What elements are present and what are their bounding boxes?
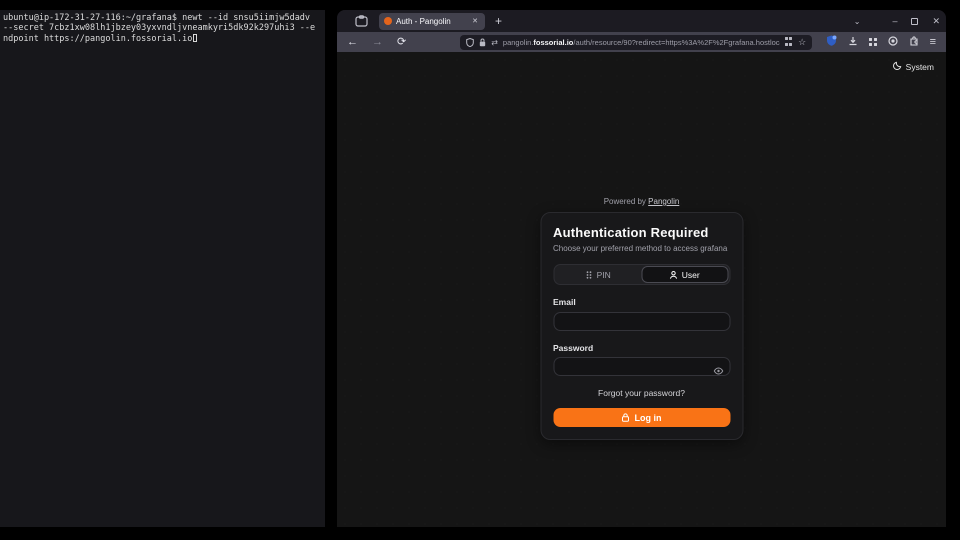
terminal-line: ndpoint https://pangolin.fossorial.io (3, 34, 322, 45)
show-password-icon[interactable] (713, 362, 723, 380)
url-bar[interactable]: ⇄ pangolin.fossorial.io/auth/resource/90… (460, 35, 812, 50)
recorder-circle-icon[interactable] (888, 33, 898, 51)
pangolin-favicon (384, 17, 392, 25)
desktop: ubuntu@ip-172-31-27-116:~/grafana$ newt … (0, 0, 960, 540)
list-all-tabs-icon[interactable]: ⌄ (854, 17, 861, 26)
pangolin-link[interactable]: Pangolin (648, 197, 679, 206)
bookmark-star-icon[interactable]: ☆ (798, 37, 806, 48)
tab-user[interactable]: User (642, 266, 729, 283)
terminal-cursor (193, 34, 197, 42)
tab-close-icon[interactable]: ✕ (470, 16, 480, 26)
powered-by: Powered by Pangolin (337, 197, 946, 206)
auth-method-tabs: PIN User (553, 264, 730, 285)
downloads-icon[interactable] (848, 33, 858, 51)
browser-window: Auth - Pangolin ✕ + ⌄ – ✕ ← → ⟳ (337, 10, 946, 527)
password-label: Password (553, 343, 730, 353)
maximize-button[interactable] (911, 18, 918, 25)
firefox-view-icon[interactable] (355, 15, 369, 27)
minimize-button[interactable]: – (892, 16, 897, 26)
tab-pin[interactable]: PIN (555, 266, 642, 283)
user-icon (670, 271, 678, 279)
card-title: Authentication Required (553, 225, 730, 240)
email-field[interactable] (553, 312, 730, 331)
close-window-button[interactable]: ✕ (932, 16, 940, 27)
browser-toolbar: ← → ⟳ ⇄ pangolin.fossorial.io/auth/resou… (337, 32, 946, 52)
theme-toggle-label: System (906, 62, 934, 72)
terminal-window[interactable]: ubuntu@ip-172-31-27-116:~/grafana$ newt … (0, 10, 325, 527)
lock-icon (622, 413, 630, 422)
extension-puzzle-icon[interactable] (909, 33, 919, 51)
shortcuts-grid-icon[interactable] (785, 37, 793, 48)
menu-icon[interactable]: ≡ (930, 36, 936, 48)
auth-card: Authentication Required Choose your pref… (540, 212, 743, 440)
keypad-icon (586, 271, 593, 279)
login-button[interactable]: Log in (553, 408, 730, 427)
forgot-password-link[interactable]: Forgot your password? (553, 388, 730, 398)
tracking-shield-icon[interactable] (466, 38, 474, 47)
email-label: Email (553, 297, 730, 307)
auth-page: System Powered by Pangolin Authenticatio… (337, 52, 946, 527)
url-text: pangolin.fossorial.io/auth/resource/90?r… (503, 38, 780, 47)
tab-title: Auth - Pangolin (396, 17, 466, 26)
terminal-line: --secret 7cbz1xw08lh1jbzey03yxvndljvneam… (3, 24, 322, 34)
reload-button[interactable]: ⟳ (397, 37, 406, 48)
password-field[interactable] (553, 357, 730, 376)
translate-arrows-icon[interactable]: ⇄ (491, 38, 498, 47)
new-tab-button[interactable]: + (495, 15, 502, 27)
browser-tab-bar: Auth - Pangolin ✕ + ⌄ – ✕ (337, 10, 946, 32)
moon-icon (893, 61, 902, 72)
forward-button[interactable]: → (372, 37, 383, 48)
card-subtitle: Choose your preferred method to access g… (553, 244, 730, 253)
theme-toggle[interactable]: System (893, 61, 934, 72)
tab-auth-pangolin[interactable]: Auth - Pangolin ✕ (379, 13, 485, 30)
extensions-grid-icon[interactable] (869, 38, 877, 46)
lock-icon[interactable] (479, 38, 486, 47)
ublock-shield-icon[interactable] (826, 33, 837, 51)
back-button[interactable]: ← (347, 37, 358, 48)
